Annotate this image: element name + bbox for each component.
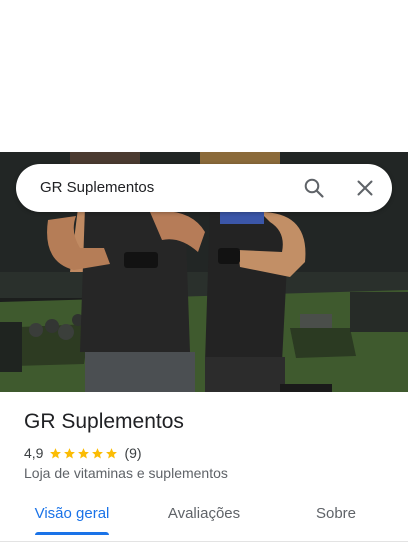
close-icon <box>357 180 373 196</box>
tab-overview[interactable]: Visão geral <box>24 494 120 534</box>
star-icon <box>50 447 62 458</box>
tab-bar: Visão geral Avaliações Sobre <box>0 494 408 536</box>
rating-value: 4,9 <box>24 445 44 461</box>
search-button[interactable] <box>302 176 326 200</box>
search-bar[interactable]: GR Suplementos <box>16 164 392 212</box>
search-icon <box>304 178 324 198</box>
star-icon <box>78 447 90 458</box>
star-icon <box>92 447 104 458</box>
tab-reviews[interactable]: Avaliações <box>156 494 252 534</box>
tab-divider <box>0 541 408 542</box>
place-title: GR Suplementos <box>24 410 184 433</box>
tab-about[interactable]: Sobre <box>296 494 376 534</box>
review-count[interactable]: (9) <box>124 445 141 461</box>
rating-row[interactable]: 4,9 (9) <box>24 444 142 462</box>
star-icon <box>64 447 76 458</box>
rating-stars <box>49 447 119 460</box>
clear-button[interactable] <box>353 176 377 200</box>
star-icon <box>106 447 118 458</box>
active-tab-indicator <box>35 532 109 535</box>
search-input[interactable]: GR Suplementos <box>40 164 154 212</box>
place-category[interactable]: Loja de vitaminas e suplementos <box>24 465 228 481</box>
